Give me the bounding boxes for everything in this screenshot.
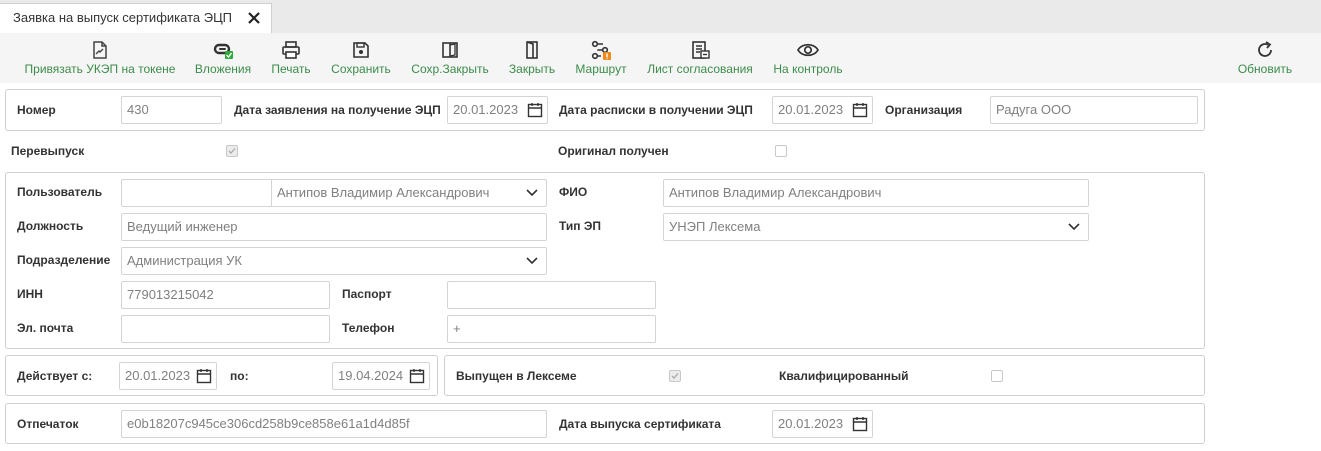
phone-field[interactable]: + [447,315,656,343]
bind-key-button[interactable]: Привязать УКЭП на токене [22,33,178,83]
certificate-panel: Отпечаток e0b18207c945ce306cd258b9ce858e… [5,403,1205,444]
calendar-icon[interactable] [409,368,425,384]
valid-to-label: по: [230,369,249,383]
attachments-button[interactable]: Вложения [190,33,256,83]
calendar-icon[interactable] [527,102,543,118]
refresh-button[interactable]: Обновить [1232,33,1298,83]
qualified-label: Квалифицированный [779,369,909,383]
route-icon [591,40,611,60]
sheet-list-icon [692,41,710,59]
print-button[interactable]: Печать [266,33,316,83]
phone-label: Телефон [342,321,395,335]
issue-date-field[interactable]: 20.01.2023 [772,410,873,438]
position-field[interactable]: Ведущий инженер [121,213,547,241]
receipt-date-field[interactable]: 20.01.2023 [772,96,873,124]
fio-field[interactable]: Антипов Владимир Александрович [663,179,1089,207]
user-label: Пользователь [17,185,103,199]
chevron-down-icon[interactable] [526,189,538,197]
reissue-label: Перевыпуск [11,144,85,158]
inn-field[interactable]: 779013215042 [121,281,330,309]
sign-document-icon [93,41,107,59]
save-close-button[interactable]: Сохр.Закрыть [406,33,494,83]
header-panel: Номер 430 Дата заявления на получение ЭЦ… [5,89,1205,131]
route-button[interactable]: Маршрут [572,33,630,83]
email-label: Эл. почта [17,321,74,335]
number-label: Номер [17,103,56,117]
eye-icon [797,43,819,57]
sign-type-select[interactable]: УНЭП Лексема [663,213,1089,241]
passport-label: Паспорт [342,287,392,301]
issued-checkbox[interactable] [669,370,681,382]
email-field[interactable] [121,315,330,343]
original-checkbox[interactable] [775,145,787,157]
close-icon[interactable] [246,10,262,26]
valid-from-field[interactable]: 20.01.2023 [119,362,217,390]
issued-label: Выпущен в Лексеме [456,369,577,383]
close-button[interactable]: Закрыть [504,33,560,83]
floppy-disk-icon [353,42,369,58]
user-select[interactable]: Антипов Владимир Александрович [121,179,547,207]
user-panel: Пользователь Антипов Владимир Александро… [5,172,1205,349]
passport-field[interactable] [447,281,656,309]
tab-title: Заявка на выпуск сертификата ЭЦП [13,10,233,25]
thumbprint-label: Отпечаток [17,417,79,431]
qualified-checkbox[interactable] [991,370,1003,382]
issue-date-label: Дата выпуска сертификата [559,417,721,431]
user-value: Антипов Владимир Александрович [277,185,490,200]
department-label: Подразделение [17,253,111,267]
tab-bar: Заявка на выпуск сертификата ЭЦП [0,0,1321,33]
door-icon [526,41,538,59]
position-label: Должность [17,219,84,233]
valid-from-label: Действует с: [17,369,93,383]
org-label: Организация [885,103,963,117]
chevron-down-icon[interactable] [526,257,538,265]
number-field[interactable]: 430 [121,96,222,124]
calendar-icon[interactable] [196,368,212,384]
refresh-icon [1258,41,1272,57]
valid-to-field[interactable]: 19.04.2024 [332,362,430,390]
book-close-icon [442,42,458,58]
tab-application[interactable]: Заявка на выпуск сертификата ЭЦП [0,3,272,33]
department-select[interactable]: Администрация УК [121,247,547,275]
calendar-icon[interactable] [852,102,868,118]
org-field[interactable]: Радуга ООО [990,96,1198,124]
thumbprint-field[interactable]: e0b18207c945ce306cd258b9ce858e61a1d4d85f [121,410,547,438]
toolbar: Привязать УКЭП на токене Вложения Печать… [0,33,1321,83]
issuance-panel: Выпущен в Лексеме Квалифицированный [444,355,1205,396]
app-date-label: Дата заявления на получение ЭЦП [234,103,441,117]
sign-type-label: Тип ЭП [559,219,601,233]
reissue-checkbox[interactable] [226,145,238,157]
validity-panel: Действует с: 20.01.2023 по: 19.04.2024 [5,355,438,396]
save-button[interactable]: Сохранить [327,33,395,83]
check-icon [228,148,236,154]
approval-sheet-button[interactable]: Лист согласования [642,33,758,83]
paperclip-icon [213,43,233,59]
chevron-down-icon[interactable] [1068,223,1080,231]
receipt-date-label: Дата расписки в получении ЭЦП [559,103,753,117]
check-icon [671,373,679,379]
control-button[interactable]: На контроль [768,33,848,83]
app-date-field[interactable]: 20.01.2023 [447,96,548,124]
inn-label: ИНН [17,287,43,301]
fio-label: ФИО [559,185,588,199]
calendar-icon[interactable] [852,416,868,432]
original-label: Оригинал получен [558,144,669,158]
printer-icon [282,41,300,59]
